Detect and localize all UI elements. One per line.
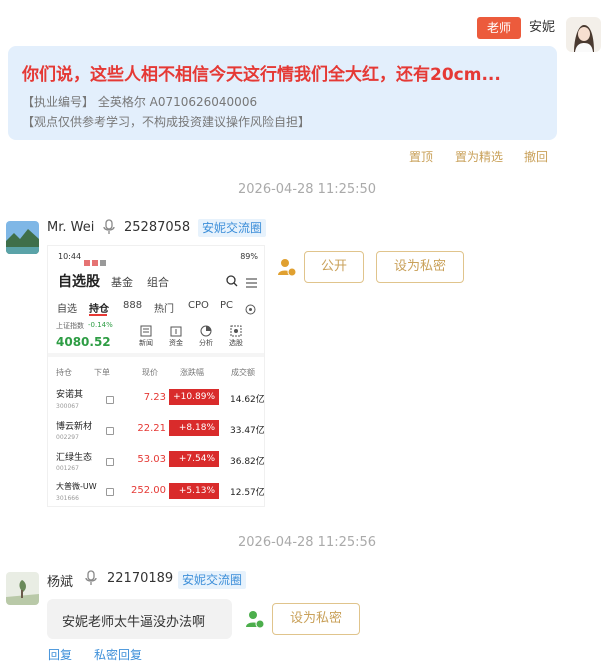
subtab-watch[interactable]: 自选 bbox=[57, 300, 77, 315]
stock-picker-icon[interactable] bbox=[230, 322, 242, 337]
feature-button[interactable]: 置为精选 bbox=[455, 148, 503, 165]
subtab-holdings[interactable]: 持仓 bbox=[89, 300, 109, 315]
subtab-888[interactable]: 888 bbox=[123, 300, 142, 311]
col-change[interactable]: 涨跌幅 bbox=[180, 367, 204, 378]
recall-button[interactable]: 撤回 bbox=[524, 148, 548, 165]
index-label: 上证指数 bbox=[56, 322, 84, 330]
microphone-icon bbox=[85, 570, 97, 590]
teacher-message-title: 你们说，这些人相不相信今天这行情我们全大红，还有20cm... bbox=[22, 65, 501, 85]
col-holdings[interactable]: 持仓 bbox=[56, 367, 72, 378]
timestamp: 2026-04-28 11:25:50 bbox=[238, 182, 377, 197]
order-icon[interactable] bbox=[106, 396, 114, 404]
stock-price: 7.23 bbox=[143, 392, 166, 403]
menu-icon[interactable] bbox=[246, 273, 257, 292]
stock-name[interactable]: 汇绿生态 bbox=[56, 450, 92, 463]
timestamp: 2026-04-28 11:25:56 bbox=[238, 535, 377, 550]
stock-price: 53.03 bbox=[137, 454, 166, 465]
status-time: 10:44 bbox=[58, 252, 82, 261]
tool-fund[interactable]: 资金 bbox=[169, 338, 183, 348]
stock-code: 002297 bbox=[56, 434, 79, 441]
stock-code: 001267 bbox=[56, 465, 79, 472]
teacher-badge: 老师 bbox=[477, 17, 521, 39]
stock-change: +10.89% bbox=[169, 389, 219, 405]
teacher-avatar[interactable] bbox=[566, 17, 601, 52]
private-reply-link[interactable]: 私密回复 bbox=[94, 646, 142, 663]
col-price[interactable]: 现价 bbox=[142, 367, 158, 378]
settings-icon[interactable] bbox=[245, 300, 256, 319]
tab-fund[interactable]: 基金 bbox=[111, 274, 133, 290]
stock-name[interactable]: 博云新材 bbox=[56, 419, 92, 432]
avatar[interactable] bbox=[6, 572, 39, 605]
stock-screenshot-image[interactable]: 10:44 89% 自选股 基金 组合 自选 持仓 888 热门 CPO PC … bbox=[47, 245, 265, 507]
col-amount[interactable]: 成交额 bbox=[231, 367, 255, 378]
tab-portfolio[interactable]: 组合 bbox=[147, 274, 169, 290]
tool-analysis[interactable]: 分析 bbox=[199, 338, 213, 348]
subtab-pc[interactable]: PC bbox=[220, 300, 233, 311]
group-tag: 安妮交流圈 bbox=[178, 571, 247, 589]
index-change: -0.14% bbox=[88, 321, 113, 329]
disclaimer: 【观点仅供参考学习，不构成投资建议操作风险自担】 bbox=[22, 115, 311, 129]
tool-picker[interactable]: 选股 bbox=[229, 338, 243, 348]
subtab-cpo[interactable]: CPO bbox=[188, 300, 209, 311]
divider bbox=[48, 353, 264, 357]
set-private-button[interactable]: 设为私密 bbox=[376, 251, 464, 283]
stock-name[interactable]: 大普微-UW bbox=[56, 481, 97, 492]
search-icon[interactable] bbox=[226, 272, 238, 291]
teacher-name[interactable]: 安妮 bbox=[529, 17, 555, 39]
stock-amount: 14.62亿 bbox=[230, 395, 265, 405]
make-public-button[interactable]: 公开 bbox=[304, 251, 364, 283]
avatar[interactable] bbox=[6, 221, 39, 254]
order-icon[interactable] bbox=[106, 458, 114, 466]
stock-amount: 36.82亿 bbox=[230, 457, 265, 467]
stock-price: 252.00 bbox=[131, 485, 166, 496]
subtab-hot[interactable]: 热门 bbox=[154, 300, 174, 315]
order-icon[interactable] bbox=[106, 427, 114, 435]
fund-flow-icon[interactable] bbox=[170, 322, 182, 337]
set-private-button[interactable]: 设为私密 bbox=[272, 603, 360, 635]
user-approve-icon[interactable] bbox=[245, 609, 265, 629]
group-tag: 安妮交流圈 bbox=[198, 219, 267, 237]
user-name[interactable]: Mr. Wei bbox=[47, 220, 94, 235]
stock-change: +8.18% bbox=[169, 420, 219, 436]
battery-level: 89% bbox=[240, 252, 258, 261]
stock-code: 300067 bbox=[56, 403, 79, 410]
status-icons bbox=[84, 252, 112, 266]
tab-watchlist[interactable]: 自选股 bbox=[58, 271, 100, 291]
stock-amount: 33.47亿 bbox=[230, 426, 265, 436]
chat-message-text: 安妮老师太牛逼没办法啊 bbox=[62, 615, 206, 630]
microphone-icon bbox=[103, 219, 115, 239]
license-number: 【执业编号】 全英格尔 A0710626040006 bbox=[22, 95, 258, 109]
order-icon[interactable] bbox=[106, 488, 114, 496]
pin-button[interactable]: 置顶 bbox=[409, 148, 433, 165]
col-order[interactable]: 下单 bbox=[94, 367, 110, 378]
stock-change: +5.13% bbox=[169, 483, 219, 499]
user-id: 25287058 bbox=[124, 220, 191, 235]
stock-name[interactable]: 安诺其 bbox=[56, 387, 83, 400]
stock-price: 22.21 bbox=[137, 423, 166, 434]
index-value: 4080.52 bbox=[56, 335, 111, 349]
news-icon[interactable] bbox=[140, 322, 152, 337]
user-id: 22170189 bbox=[107, 571, 174, 586]
tool-news[interactable]: 新闻 bbox=[139, 338, 153, 348]
stock-change: +7.54% bbox=[169, 451, 219, 467]
analysis-icon[interactable] bbox=[200, 322, 212, 337]
reply-link[interactable]: 回复 bbox=[48, 646, 72, 663]
stock-code: 301666 bbox=[56, 495, 79, 502]
user-name[interactable]: 杨斌 bbox=[47, 571, 73, 590]
stock-amount: 12.57亿 bbox=[230, 488, 265, 498]
subtab-underline bbox=[89, 314, 107, 316]
user-approve-icon[interactable] bbox=[277, 257, 297, 277]
